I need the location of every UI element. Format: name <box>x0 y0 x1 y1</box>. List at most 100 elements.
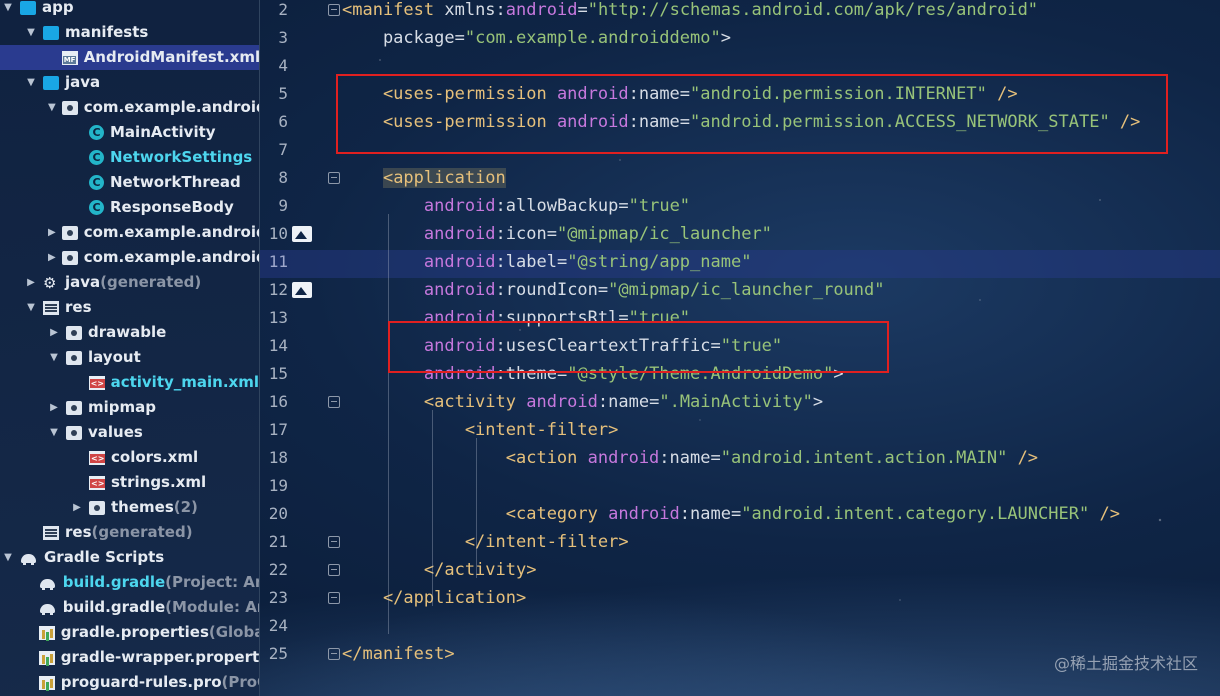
tree-item[interactable]: ▶build.gradle (Project: AndroidDemo) <box>0 570 259 595</box>
tree-item[interactable]: ▶proguard-rules.pro (ProGuard Rules) <box>0 670 259 695</box>
code-line[interactable]: android:label="@string/app_name" <box>342 250 1220 278</box>
tree-item[interactable]: ▶gradle-wrapper.properties <box>0 645 259 670</box>
tree-item[interactable]: ▶CMainActivity <box>0 120 259 145</box>
chevron-down-icon[interactable]: ▼ <box>25 20 37 45</box>
tree-item[interactable]: ▼ app <box>0 0 259 20</box>
tree-item[interactable]: ▶ mipmap <box>0 395 259 420</box>
fold-open-icon[interactable] <box>328 396 340 408</box>
code-line[interactable]: </application> <box>342 586 1220 614</box>
tree-item-label: java <box>65 73 101 91</box>
code-line[interactable]: android:roundIcon="@mipmap/ic_launcher_r… <box>342 278 1220 306</box>
chevron-down-icon[interactable]: ▼ <box>48 345 60 370</box>
fold-close-icon[interactable] <box>328 592 340 604</box>
code-line[interactable]: <application <box>342 166 1220 194</box>
code-token: = <box>556 364 568 384</box>
chevron-right-icon[interactable]: ▶ <box>71 495 83 520</box>
code-token: > <box>833 364 844 384</box>
chevron-right-icon[interactable]: ▶ <box>48 245 56 270</box>
tree-item[interactable]: ▶gradle.properties (Global Properties) <box>0 620 259 645</box>
code-token: android <box>342 280 496 300</box>
code-line[interactable]: android:usesCleartextTraffic="true" <box>342 334 1220 362</box>
code-line[interactable]: android:supportsRtl="true" <box>342 306 1220 334</box>
code-line[interactable]: <intent-filter> <box>342 418 1220 446</box>
fold-open-icon[interactable] <box>328 172 340 184</box>
chevron-right-icon[interactable]: ▶ <box>48 320 60 345</box>
tree-item[interactable]: ▶CResponseBody <box>0 195 259 220</box>
chevron-down-icon[interactable]: ▼ <box>25 70 37 95</box>
manifest-file-icon <box>61 50 78 65</box>
code-line[interactable]: </activity> <box>342 558 1220 586</box>
tree-item[interactable]: ▶CNetworkThread <box>0 170 259 195</box>
tree-item[interactable]: ▼ Gradle Scripts <box>0 545 259 570</box>
line-number: 17 <box>268 420 288 439</box>
code-line[interactable]: <manifest xmlns:android="http://schemas.… <box>342 0 1220 26</box>
code-token: usesCleartextTraffic <box>505 336 711 356</box>
tree-item[interactable]: ▼ values <box>0 420 259 445</box>
tree-item-suffix: (ProGuard Rules) <box>221 673 260 691</box>
tree-item[interactable]: ▼ java <box>0 70 259 95</box>
tree-item-label: activity_main.xml <box>110 373 259 391</box>
chevron-down-icon[interactable]: ▼ <box>2 545 14 570</box>
tree-item[interactable]: ▶CNetworkSettings <box>0 145 259 170</box>
fold-close-icon[interactable] <box>328 564 340 576</box>
tree-item[interactable]: ▶activity_main.xml <box>0 370 259 395</box>
code-line[interactable]: <category android:name="android.intent.c… <box>342 502 1220 530</box>
code-editor[interactable]: 2 3 4 5 6 7 8 9 10 11 12 13 14 15 16 17 18 19 20 21 22 23 24 25… <box>260 0 1220 696</box>
code-token: /> <box>986 84 1018 104</box>
tree-item[interactable]: ▶AndroidManifest.xml <box>0 45 259 70</box>
code-token: = <box>546 224 557 244</box>
chevron-down-icon[interactable]: ▼ <box>48 95 56 120</box>
code-line[interactable]: <action android:name="android.intent.act… <box>342 446 1220 474</box>
tree-item[interactable]: ▶ com.example.androiddemo <box>0 245 259 270</box>
code-line[interactable] <box>342 474 1220 502</box>
chevron-down-icon[interactable]: ▼ <box>2 0 14 20</box>
line-number: 16 <box>268 392 288 411</box>
line-number: 24 <box>268 616 288 635</box>
tree-item-label: gradle-wrapper.properties <box>60 648 260 666</box>
code-line[interactable]: android:theme="@style/Theme.AndroidDemo"… <box>342 362 1220 390</box>
code-token: android <box>342 364 496 384</box>
tree-item[interactable]: ▶ com.example.androiddemo <box>0 220 259 245</box>
package-icon <box>61 100 78 115</box>
code-token: = <box>618 308 629 328</box>
code-line[interactable]: </intent-filter> <box>342 530 1220 558</box>
tree-item-label: com.example.androiddemo <box>83 248 259 266</box>
code-line[interactable] <box>342 614 1220 642</box>
tree-item[interactable]: ▼ layout <box>0 345 259 370</box>
code-line[interactable]: android:allowBackup="true" <box>342 194 1220 222</box>
tree-item[interactable]: ▼ com.example.androiddemo <box>0 95 259 120</box>
fold-open-icon[interactable] <box>328 4 340 16</box>
tree-item[interactable]: ▶build.gradle (Module: AndroidDemo.app) <box>0 595 259 620</box>
chevron-right-icon[interactable]: ▶ <box>25 270 37 295</box>
code-line[interactable]: package="com.example.androiddemo"> <box>342 26 1220 54</box>
fold-close-icon[interactable] <box>328 648 340 660</box>
chevron-right-icon[interactable]: ▶ <box>48 220 56 245</box>
fold-close-icon[interactable] <box>328 536 340 548</box>
chevron-down-icon[interactable]: ▼ <box>25 295 37 320</box>
tree-item[interactable]: ▶ drawable <box>0 320 259 345</box>
code-line[interactable]: <activity android:name=".MainActivity"> <box>342 390 1220 418</box>
tree-item-label: build.gradle <box>62 573 166 591</box>
tree-item[interactable]: ▶ themes (2) <box>0 495 259 520</box>
folder-icon <box>20 0 36 15</box>
tree-item[interactable]: ▼ manifests <box>0 20 259 45</box>
chevron-right-icon[interactable]: ▶ <box>48 395 60 420</box>
code-line[interactable] <box>342 138 1220 166</box>
code-line[interactable]: <uses-permission android:name="android.p… <box>342 110 1220 138</box>
tree-item-label: mipmap <box>88 398 156 416</box>
line-number: 2 <box>278 0 288 19</box>
code-line[interactable]: <uses-permission android:name="android.p… <box>342 82 1220 110</box>
image-preview-icon[interactable] <box>292 226 312 242</box>
tree-item[interactable]: ▶ java (generated) <box>0 270 259 296</box>
tree-item[interactable]: ▶colors.xml <box>0 445 259 470</box>
tree-item[interactable]: ▶res (generated) <box>0 520 259 545</box>
code-token: = <box>618 196 629 216</box>
tree-item[interactable]: ▼ res <box>0 295 259 320</box>
tree-item-label: java <box>65 273 101 291</box>
chevron-down-icon[interactable]: ▼ <box>48 420 60 445</box>
image-preview-icon[interactable] <box>292 282 312 298</box>
tree-item[interactable]: ▶strings.xml <box>0 470 259 495</box>
code-line[interactable] <box>342 54 1220 82</box>
indent-guide <box>476 438 477 578</box>
code-line[interactable]: android:icon="@mipmap/ic_launcher" <box>342 222 1220 250</box>
